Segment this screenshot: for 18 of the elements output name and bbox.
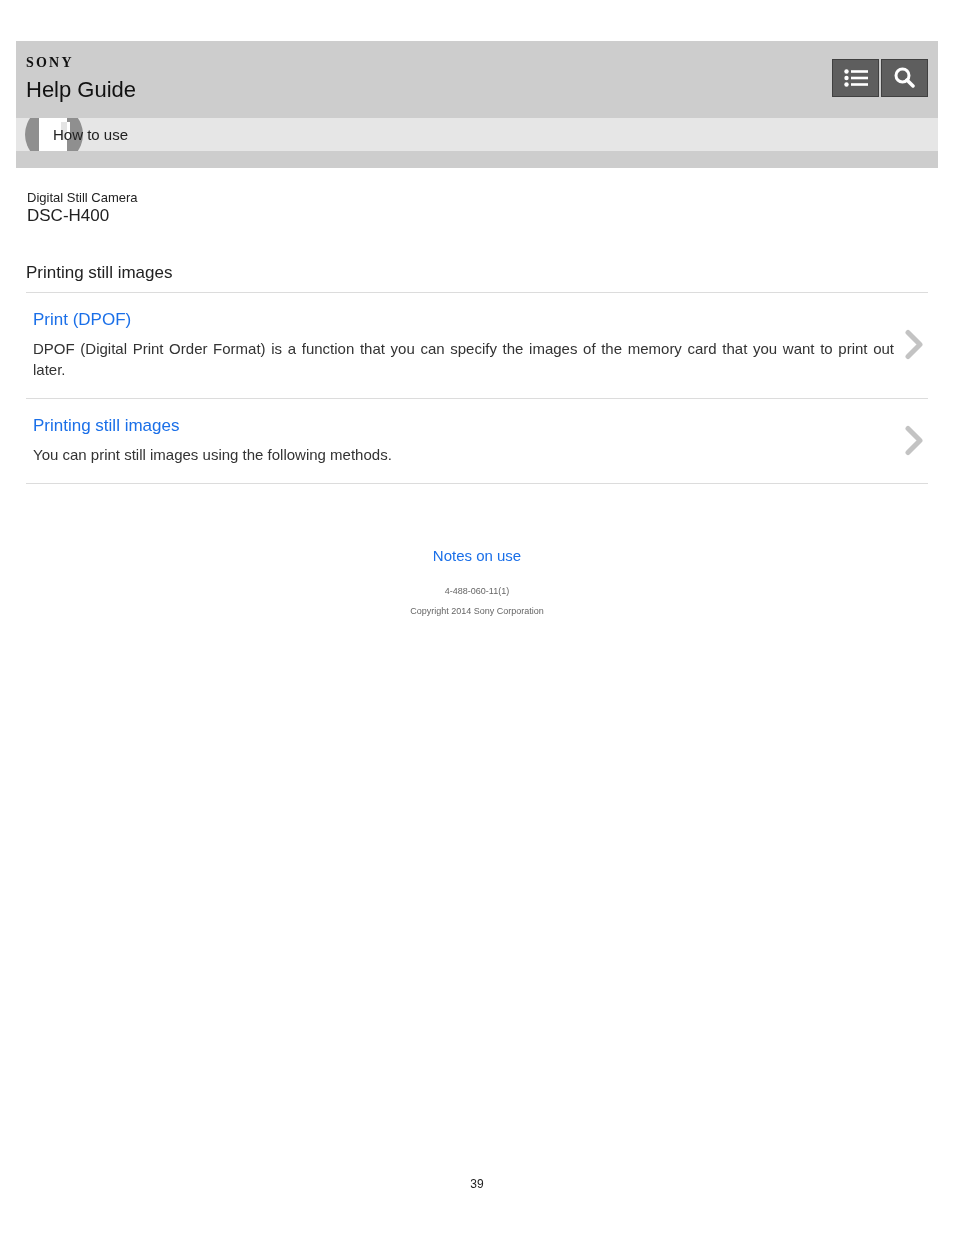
notes-link[interactable]: Notes on use [432,547,522,565]
menu-button[interactable] [832,58,879,97]
page-number: 39 [470,1177,484,1191]
search-icon [894,67,915,88]
list-icon [843,68,868,87]
site-title: Help Guide [26,77,137,103]
search-button[interactable] [881,58,928,97]
product-model: DSC-H400 [27,206,111,226]
topic-description: DPOF (Digital Print Order Format) is a function that you can specify the images of the memory card that you want to print out later. [33,339,894,380]
breadcrumb-link[interactable]: How to use [53,125,129,144]
product-category: Digital Still Camera [27,190,139,206]
logo: SONY [26,55,74,71]
topic-description: You can print still images using the following methods. [33,445,393,465]
section-title: Printing still images [26,262,928,293]
topic-link[interactable]: Print (DPOF) [33,309,132,331]
document-number: 4-488-060-11(1) [444,585,510,597]
copyright-text: Copyright 2014 Sony Corporation [410,605,544,617]
topic-link[interactable]: Printing still images [33,415,180,437]
